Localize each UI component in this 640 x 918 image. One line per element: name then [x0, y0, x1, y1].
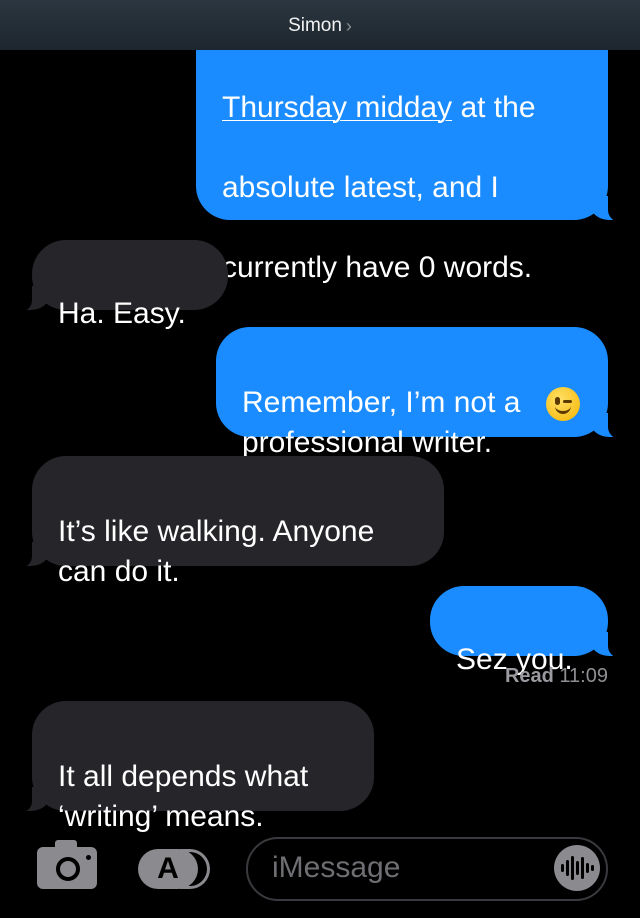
camera-icon[interactable]	[37, 840, 97, 889]
winking-face-icon	[546, 387, 580, 421]
message-bubble-outgoing[interactable]: Sez you.	[430, 586, 632, 676]
message-bubble-incoming[interactable]: It’s like walking. Anyone can do it.	[8, 456, 444, 588]
contact-name: Simon	[288, 15, 342, 36]
message-text: absolute latest, and I	[222, 171, 499, 204]
message-bubble-outgoing[interactable]: Thursday midday at the absolute latest, …	[196, 40, 632, 367]
message-text: It’s like walking. Anyone can do it.	[58, 515, 375, 588]
app-store-ring-icon	[180, 849, 210, 889]
compose-toolbar: A iMessage	[0, 830, 640, 918]
chevron-right-icon: ›	[345, 15, 352, 36]
message-bubble-outgoing[interactable]: Remember, I’m not a professional writer.	[216, 327, 632, 459]
message-text: Remember, I’m not a professional writer.	[242, 386, 521, 459]
message-input[interactable]: iMessage	[246, 837, 608, 901]
message-text: at the	[452, 91, 536, 124]
read-time: 11:09	[559, 665, 608, 687]
message-text: currently have 0 words.	[222, 251, 533, 284]
message-bubble-incoming[interactable]: It all depends what ‘writing’ means.	[8, 701, 374, 833]
date-link[interactable]: Thursday midday	[222, 91, 452, 124]
message-text: It all depends what ‘writing’ means.	[58, 760, 309, 833]
conversation-header: Simon ›	[0, 0, 640, 50]
contact-name-button[interactable]: Simon ›	[288, 13, 352, 37]
audio-waveform-icon[interactable]	[554, 845, 600, 891]
read-label: Read	[504, 665, 554, 687]
message-input-placeholder: iMessage	[272, 851, 401, 884]
read-receipt: Read 11:09	[505, 665, 608, 688]
message-text: Ha. Easy.	[58, 297, 186, 330]
message-bubble-incoming[interactable]: Ha. Easy.	[8, 240, 228, 330]
